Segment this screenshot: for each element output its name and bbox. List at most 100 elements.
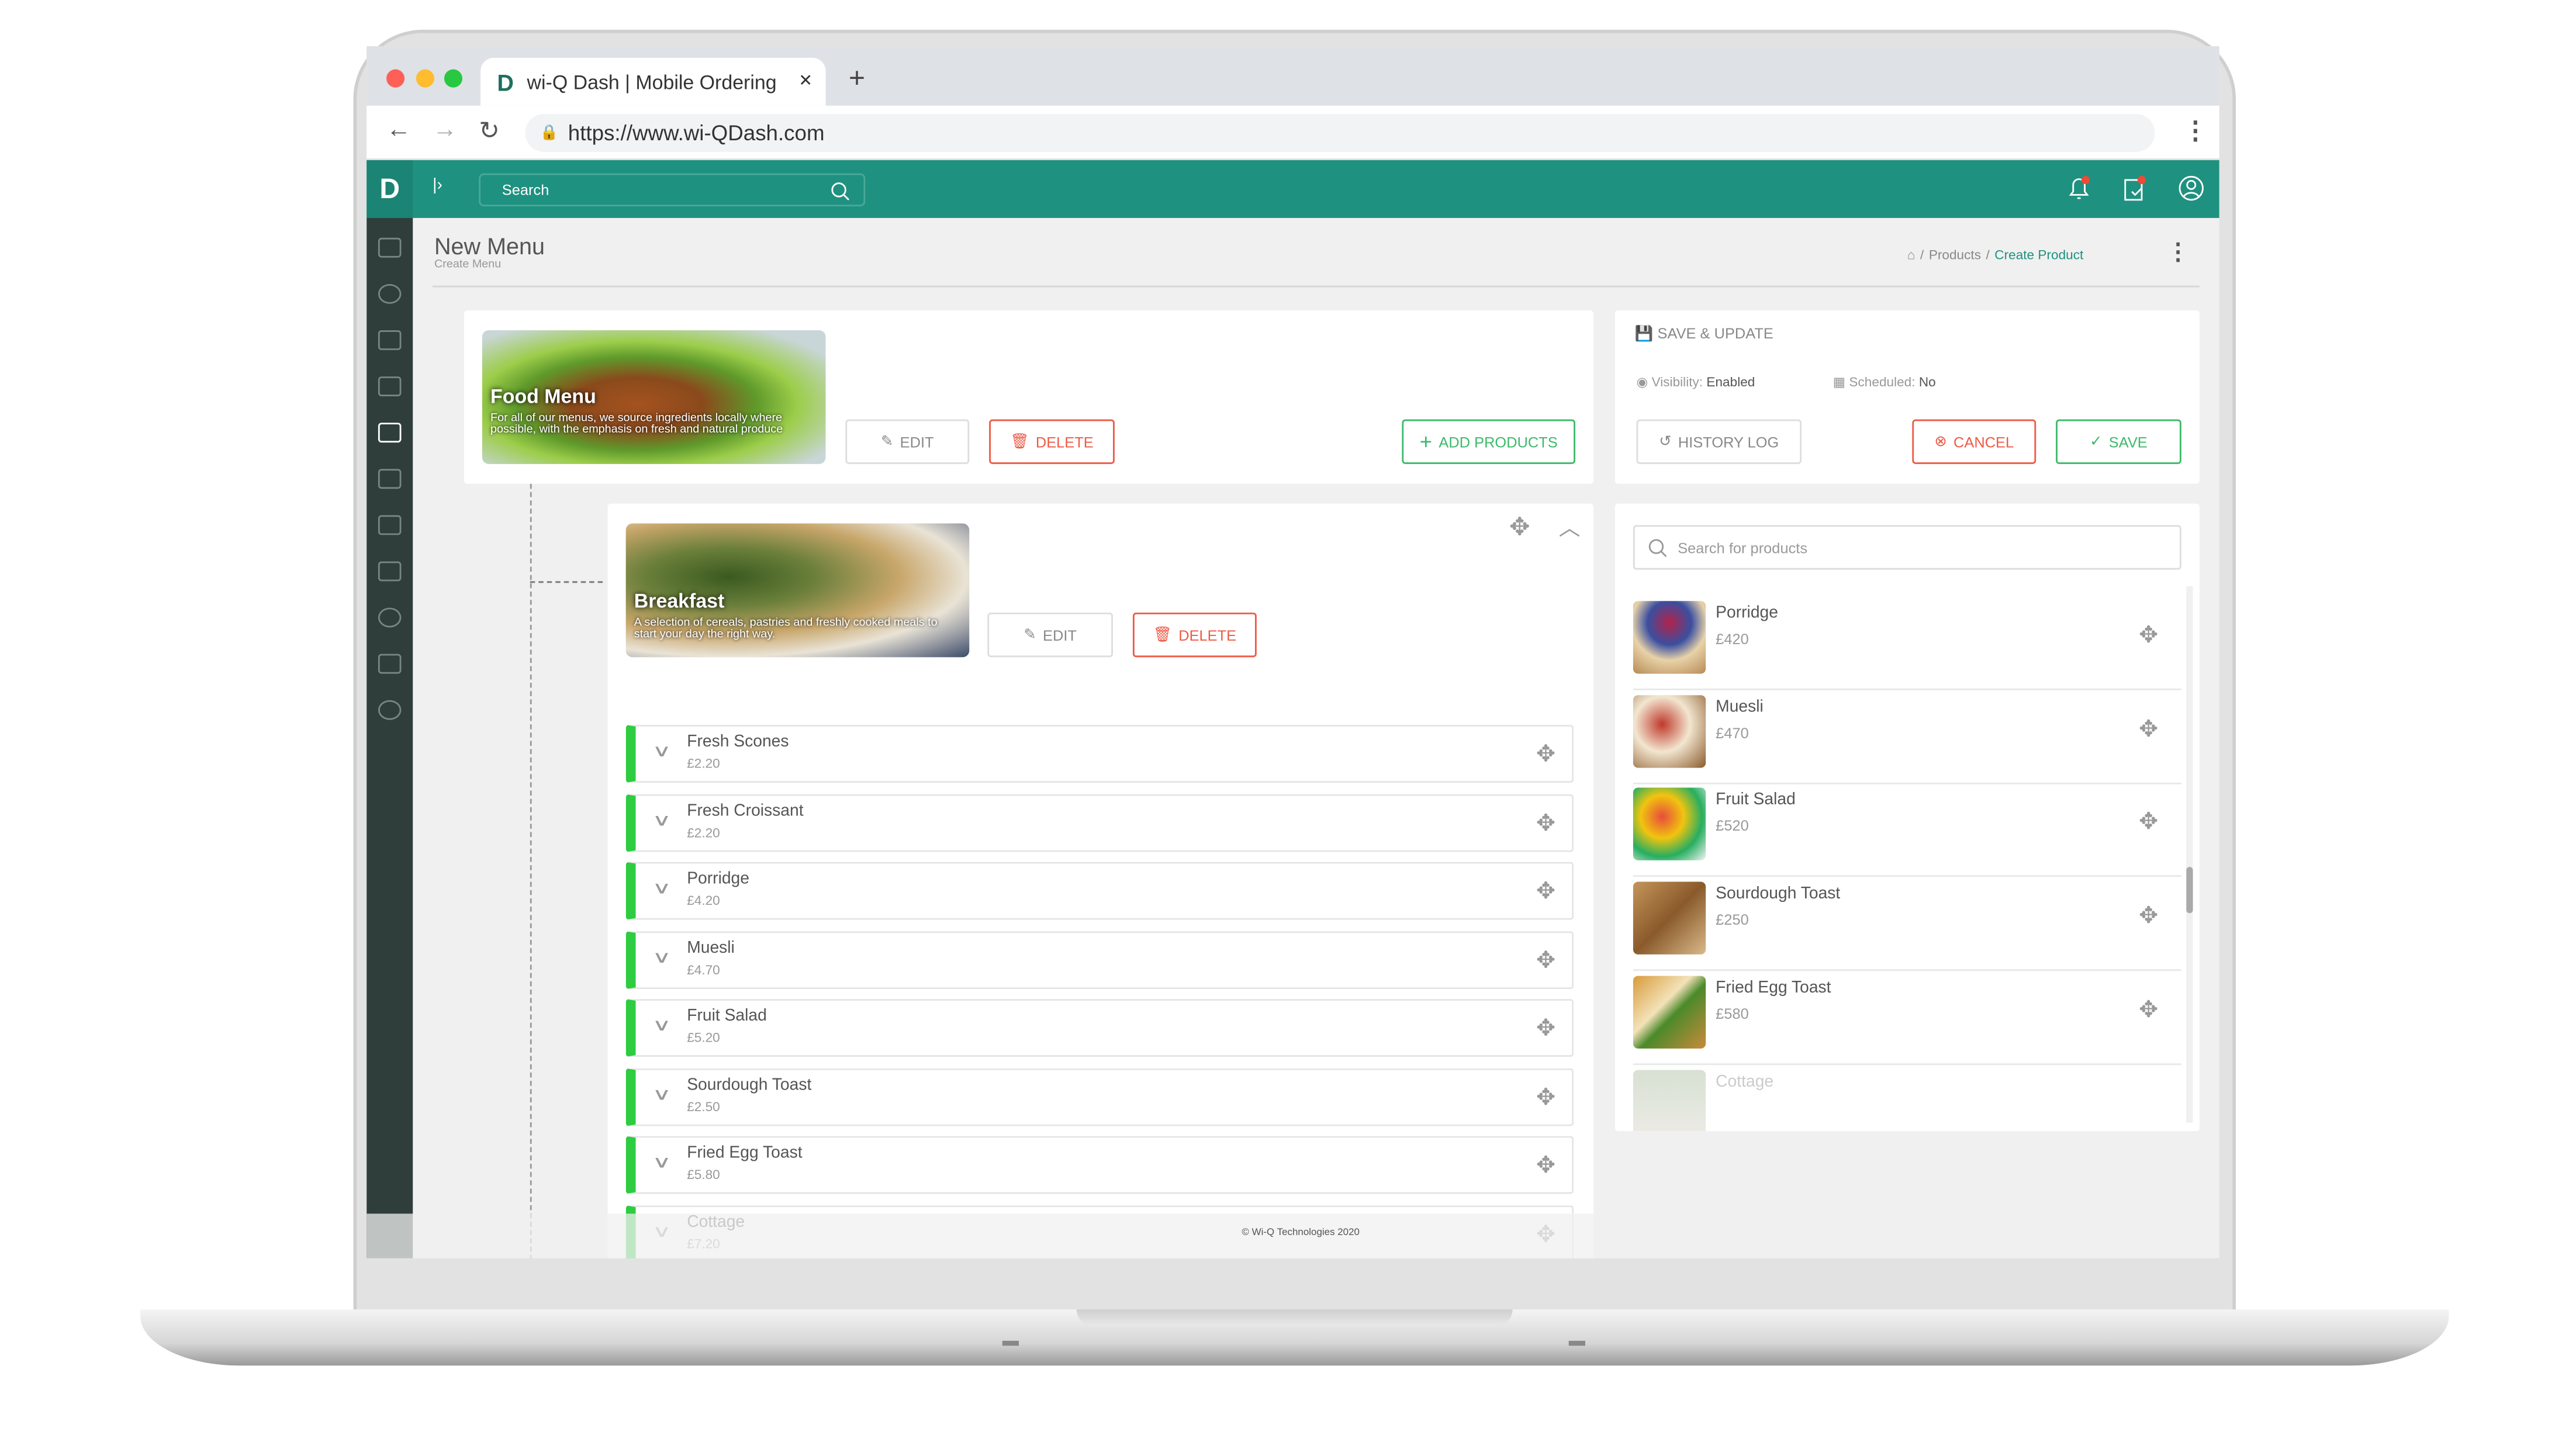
sidebar-edit-icon[interactable] (378, 237, 402, 258)
product-list-item[interactable]: Cottage (1633, 1066, 2181, 1132)
menu-description: For all of our menus, we source ingredie… (490, 413, 783, 436)
scrollbar-thumb[interactable] (2186, 867, 2193, 914)
sidebar-chart-icon[interactable] (378, 515, 402, 535)
forward-icon[interactable]: → (433, 116, 457, 144)
chevron-down-icon[interactable]: ∨ (652, 880, 671, 898)
drag-move-icon[interactable]: ✥ (1536, 740, 1555, 768)
chevron-down-icon[interactable]: ∨ (652, 743, 671, 761)
item-name: Fresh Scones (687, 733, 789, 752)
chevron-down-icon[interactable]: ∨ (652, 811, 671, 829)
drag-move-icon[interactable]: ✥ (1536, 1014, 1555, 1042)
divider (433, 285, 2200, 288)
sidebar-box-icon[interactable] (378, 469, 402, 489)
browser-menu-icon[interactable]: ⋮ (2183, 116, 2208, 146)
app-logo[interactable]: D (366, 160, 413, 218)
sidebar-toggle-icon[interactable]: |› (433, 177, 442, 195)
drag-move-icon[interactable]: ✥ (2139, 808, 2158, 836)
edit-section-button[interactable]: ✎ EDIT (987, 613, 1114, 658)
browser-tab[interactable]: D wi-Q Dash | Mobile Ordering ✕ (480, 57, 826, 106)
menu-item-row[interactable]: ∨ Porridge £4.20 ✥ (625, 862, 1574, 920)
url-field[interactable]: 🔒 https://www.wi-QDash.com (525, 113, 2155, 152)
wiq-logo-icon: D (497, 68, 514, 95)
product-list-item[interactable]: Fried Egg Toast £580 ✥ (1633, 972, 2181, 1065)
user-profile-icon[interactable] (2178, 175, 2204, 201)
maximize-window-button[interactable] (444, 69, 462, 88)
breakfast-image: Breakfast A selection of cereals, pastri… (625, 523, 970, 658)
label: DELETE (1035, 433, 1094, 450)
sidebar-id-card-icon[interactable] (378, 561, 402, 582)
product-list-item[interactable]: Muesli £470 ✥ (1633, 691, 2181, 784)
drag-move-icon[interactable]: ✥ (1536, 877, 1555, 905)
minimize-window-button[interactable] (416, 69, 434, 88)
breadcrumb-sep: / (1920, 247, 1924, 263)
address-bar-row: ← → ↻ 🔒 https://www.wi-QDash.com ⋮ (366, 105, 2219, 161)
product-search-input[interactable]: Search for products (1633, 525, 2181, 570)
tasks-checklist-icon[interactable] (2122, 175, 2148, 201)
drag-move-icon[interactable]: ✥ (1536, 1083, 1555, 1111)
menu-item-row[interactable]: ∨ Fruit Salad £5.20 ✥ (625, 999, 1574, 1057)
sidebar-settings-icon[interactable] (378, 607, 402, 628)
history-log-button[interactable]: ↺ HISTORY LOG (1636, 419, 1802, 464)
back-icon[interactable]: ← (386, 116, 411, 144)
new-tab-button[interactable]: + (849, 63, 865, 96)
drag-move-icon[interactable]: ✥ (2139, 902, 2158, 930)
close-window-button[interactable] (386, 69, 405, 88)
menu-item-row[interactable]: ∨ Sourdough Toast £2.50 ✥ (625, 1067, 1574, 1126)
sidebar-print-icon[interactable] (378, 653, 402, 674)
sidebar-megaphone-icon[interactable] (378, 376, 402, 396)
breadcrumb-sep: / (1986, 247, 1990, 263)
menu-item-row[interactable]: ∨ Fresh Croissant £2.20 ✥ (625, 793, 1574, 852)
plus-icon: + (1419, 429, 1433, 454)
sidebar-clipboard-icon[interactable] (378, 330, 402, 350)
product-thumbnail (1633, 976, 1706, 1049)
drag-move-icon[interactable]: ✥ (2139, 714, 2158, 742)
header-search-input[interactable]: Search (479, 173, 866, 207)
delete-menu-button[interactable]: 🗑 DELETE (989, 419, 1115, 464)
value: Enabled (1706, 375, 1755, 390)
product-list-item[interactable]: Fruit Salad £520 ✥ (1633, 785, 2181, 878)
chevron-down-icon[interactable]: ∨ (652, 1017, 671, 1035)
home-icon[interactable]: ⌂ (1907, 248, 1915, 262)
drag-move-icon[interactable]: ✥ (1536, 945, 1555, 973)
reload-icon[interactable]: ↻ (479, 116, 500, 146)
chevron-down-icon[interactable]: ∨ (652, 949, 671, 967)
drag-move-icon[interactable]: ✥ (1536, 808, 1555, 836)
menu-item-row[interactable]: ∨ Fresh Scones £2.20 ✥ (625, 725, 1574, 783)
product-thumbnail (1633, 788, 1706, 861)
close-tab-icon[interactable]: ✕ (798, 72, 812, 91)
menu-item-row[interactable]: ∨ Muesli £4.70 ✥ (625, 930, 1574, 988)
laptop-foot (1002, 1340, 1019, 1346)
move-section-icon[interactable]: ✥ (1509, 512, 1530, 542)
breadcrumb-products[interactable]: Products (1929, 248, 1981, 262)
sidebar-cloud-icon[interactable] (378, 283, 402, 304)
delete-section-button[interactable]: 🗑 DELETE (1132, 613, 1257, 658)
save-button[interactable]: ✓ SAVE (2056, 419, 2181, 464)
sidebar-info-icon[interactable] (378, 700, 402, 720)
product-list-item[interactable]: Sourdough Toast £250 ✥ (1633, 879, 2181, 971)
drag-move-icon[interactable]: ✥ (2139, 621, 2158, 649)
chevron-down-icon[interactable]: ∨ (652, 1085, 671, 1104)
search-icon[interactable] (831, 182, 850, 202)
sidebar-menu-list-icon[interactable] (378, 423, 402, 443)
products-scrollbar[interactable] (2186, 586, 2193, 1123)
trash-icon: 🗑 (1010, 433, 1029, 449)
collapse-chevron-up-icon[interactable]: ︿ (1559, 510, 1581, 542)
chevron-down-icon[interactable]: ∨ (652, 1154, 671, 1173)
item-name: Porridge (687, 870, 750, 888)
edit-menu-button[interactable]: ✎ EDIT (845, 419, 970, 464)
notifications-bell-icon[interactable] (2066, 175, 2092, 201)
calendar-icon: ▦ (1832, 375, 1846, 390)
check-circle-icon: ✓ (2090, 433, 2103, 449)
add-products-button[interactable]: + ADD PRODUCTS (1402, 419, 1576, 464)
cancel-button[interactable]: ⊗ CANCEL (1912, 419, 2036, 464)
product-name: Porridge (1716, 604, 1778, 623)
product-name: Fried Egg Toast (1716, 978, 1831, 997)
drag-move-icon[interactable]: ✥ (1536, 1151, 1555, 1179)
product-list-item[interactable]: Porridge £420 ✥ (1633, 598, 2181, 690)
drag-move-icon[interactable]: ✥ (2139, 995, 2158, 1023)
placeholder: Search for products (1678, 540, 1808, 557)
page-subtitle: Create Menu (434, 259, 502, 271)
page-options-icon[interactable]: ⋮ (2166, 238, 2190, 266)
value: No (1918, 375, 1936, 390)
menu-item-row[interactable]: ∨ Fried Egg Toast £5.80 ✥ (625, 1136, 1574, 1194)
